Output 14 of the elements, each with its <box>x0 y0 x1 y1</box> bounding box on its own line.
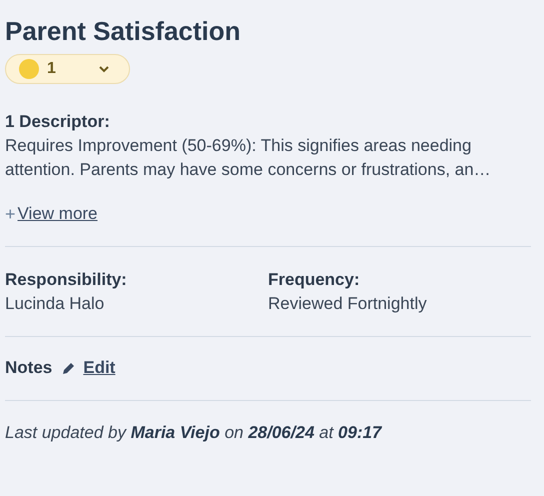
field-label: Frequency: <box>268 269 361 291</box>
field-label: Responsibility: <box>5 269 128 291</box>
rating-dropdown[interactable]: 1 <box>5 54 130 84</box>
pencil-icon <box>62 361 76 375</box>
field-value: Lucinda Halo <box>5 293 106 315</box>
descriptor-text: Requires Improvement (50-69%): This signifies areas needing attention. Parents may have some concerns or frustrations, an… <box>5 135 492 181</box>
notes-label: Notes <box>5 357 52 379</box>
view-more-link[interactable]: +View more <box>5 202 539 226</box>
chevron-down-icon <box>99 66 109 72</box>
last-updated-text: Last updated by Maria Viejo on 28/06/24 at 09:17 <box>5 422 383 444</box>
field-value: Reviewed Fortnightly <box>268 293 428 315</box>
edit-link[interactable]: Edit <box>83 356 116 380</box>
descriptor-label: 1 Descriptor: <box>5 111 111 133</box>
page-title: Parent Satisfaction <box>5 15 242 48</box>
